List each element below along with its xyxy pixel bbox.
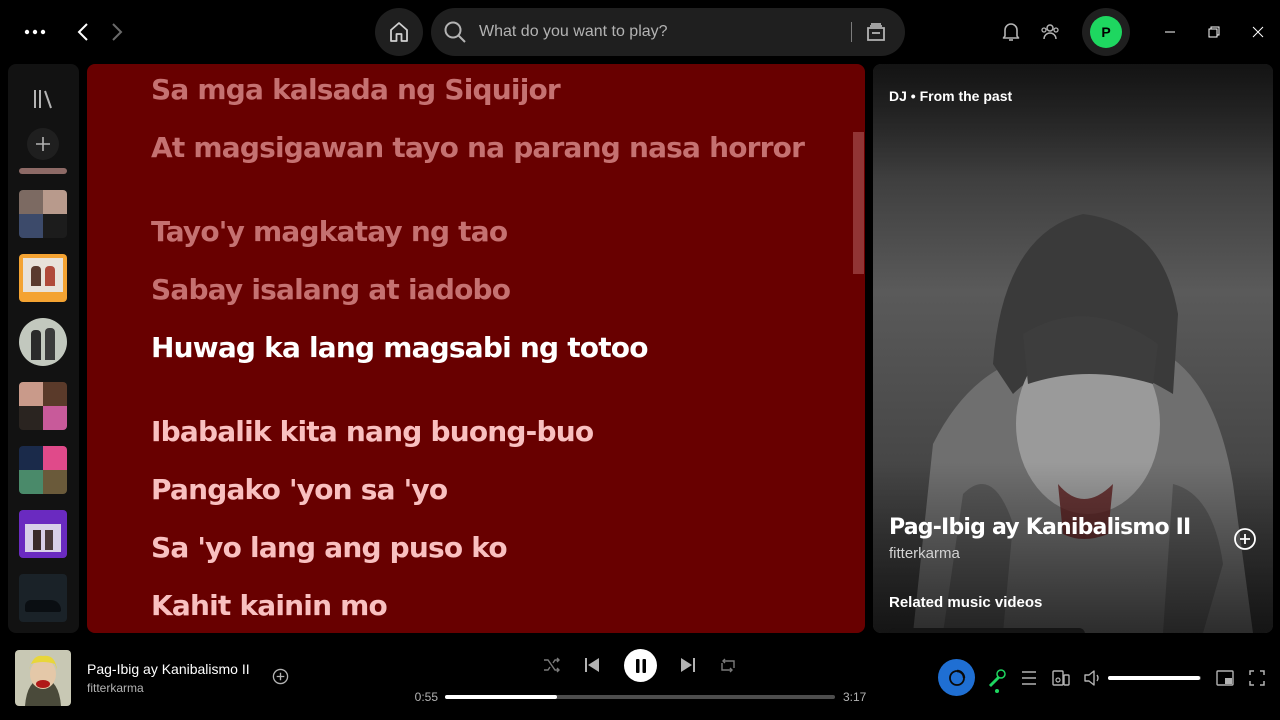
library-item[interactable] [19, 574, 67, 622]
related-video-card[interactable] [889, 628, 1085, 633]
lyric-line[interactable]: Ibabalik kita nang buong-buo [151, 414, 594, 450]
now-playing-title[interactable]: Pag-Ibig ay Kanibalismo II [889, 515, 1191, 540]
search-input[interactable] [479, 20, 839, 44]
bell-icon[interactable] [998, 18, 1024, 46]
chevron-left-icon[interactable] [70, 18, 96, 46]
add-circle-icon [1234, 528, 1256, 550]
dj-button[interactable] [938, 659, 975, 696]
repeat-icon[interactable] [716, 655, 740, 675]
library-item[interactable] [19, 168, 67, 174]
browse-icon[interactable] [863, 20, 889, 44]
chevron-right-icon[interactable] [104, 18, 130, 46]
create-playlist-button[interactable] [27, 128, 59, 160]
avatar: P [1090, 16, 1122, 48]
library-icon[interactable] [30, 86, 56, 112]
search-divider [851, 22, 852, 42]
track-artist[interactable]: fitterkarma [87, 681, 144, 695]
active-indicator [995, 689, 999, 693]
library-item[interactable] [19, 382, 67, 430]
lyric-line[interactable]: Sa 'yo lang ang puso ko [151, 530, 508, 566]
lyric-line[interactable]: Kahit kainin mo [151, 588, 388, 624]
search-bar [431, 8, 905, 56]
add-to-playlist-button[interactable] [270, 666, 290, 686]
add-circle-icon [272, 668, 288, 684]
library-sidebar [8, 64, 79, 633]
volume-fill [1108, 676, 1201, 680]
home-icon [390, 22, 408, 42]
plus-icon [36, 137, 50, 151]
previous-icon[interactable] [580, 655, 604, 675]
library-item[interactable] [19, 446, 67, 494]
connect-device-icon[interactable] [1050, 667, 1072, 689]
search-icon [444, 21, 466, 43]
time-total: 3:17 [843, 690, 867, 704]
next-icon[interactable] [676, 655, 700, 675]
progress-bar[interactable] [445, 695, 835, 699]
miniplayer-icon[interactable] [1214, 667, 1236, 689]
pause-button[interactable] [624, 649, 657, 682]
now-playing-context[interactable]: DJ • From the past [889, 88, 1012, 104]
time-elapsed: 0:55 [414, 690, 438, 704]
fullscreen-icon[interactable] [1246, 667, 1268, 689]
dj-icon [948, 669, 965, 686]
top-bar: P [0, 0, 1280, 64]
library-item[interactable] [19, 510, 67, 558]
profile-button[interactable]: P [1082, 8, 1130, 56]
shuffle-icon[interactable] [540, 655, 564, 675]
restore-icon[interactable] [1202, 20, 1226, 44]
add-to-library-button[interactable] [1232, 526, 1258, 552]
queue-icon[interactable] [1018, 667, 1040, 689]
pause-icon [635, 658, 646, 673]
microphone-icon[interactable] [986, 667, 1008, 689]
close-icon[interactable] [1246, 20, 1270, 44]
progress-fill [445, 695, 557, 699]
now-playing-artist[interactable]: fitterkarma [889, 545, 960, 562]
scrollbar[interactable] [853, 132, 864, 274]
volume-icon[interactable] [1082, 667, 1104, 689]
library-item[interactable] [19, 318, 67, 366]
minimize-icon[interactable] [1158, 20, 1182, 44]
library-item[interactable] [19, 254, 67, 302]
album-cover[interactable] [15, 650, 71, 706]
lyric-line[interactable]: Sabay isalang at iadobo [151, 272, 511, 308]
track-title[interactable]: Pag-Ibig ay Kanibalismo II [87, 661, 250, 677]
related-videos-heading: Related music videos [889, 594, 1043, 611]
lyric-line-current[interactable]: Huwag ka lang magsabi ng totoo [151, 330, 648, 366]
library-item[interactable] [19, 190, 67, 238]
volume-slider[interactable] [1108, 676, 1201, 680]
lyric-line[interactable]: Sa mga kalsada ng Siquijor [151, 72, 561, 108]
home-button[interactable] [375, 8, 423, 56]
now-playing-panel: DJ • From the past Pag-Ibig ay Kanibalis… [873, 64, 1273, 633]
lyrics-panel: Sa mga kalsada ng Siquijor At magsigawan… [87, 64, 865, 633]
lyric-line[interactable]: At magsigawan tayo na parang nasa horror [151, 130, 805, 166]
player-bar: Pag-Ibig ay Kanibalismo II fitterkarma 0… [0, 641, 1280, 720]
lyric-line[interactable]: Pangako 'yon sa 'yo [151, 472, 448, 508]
more-icon[interactable] [18, 18, 52, 46]
friends-icon[interactable] [1037, 18, 1063, 46]
lyric-line[interactable]: Tayo'y magkatay ng tao [151, 214, 508, 250]
